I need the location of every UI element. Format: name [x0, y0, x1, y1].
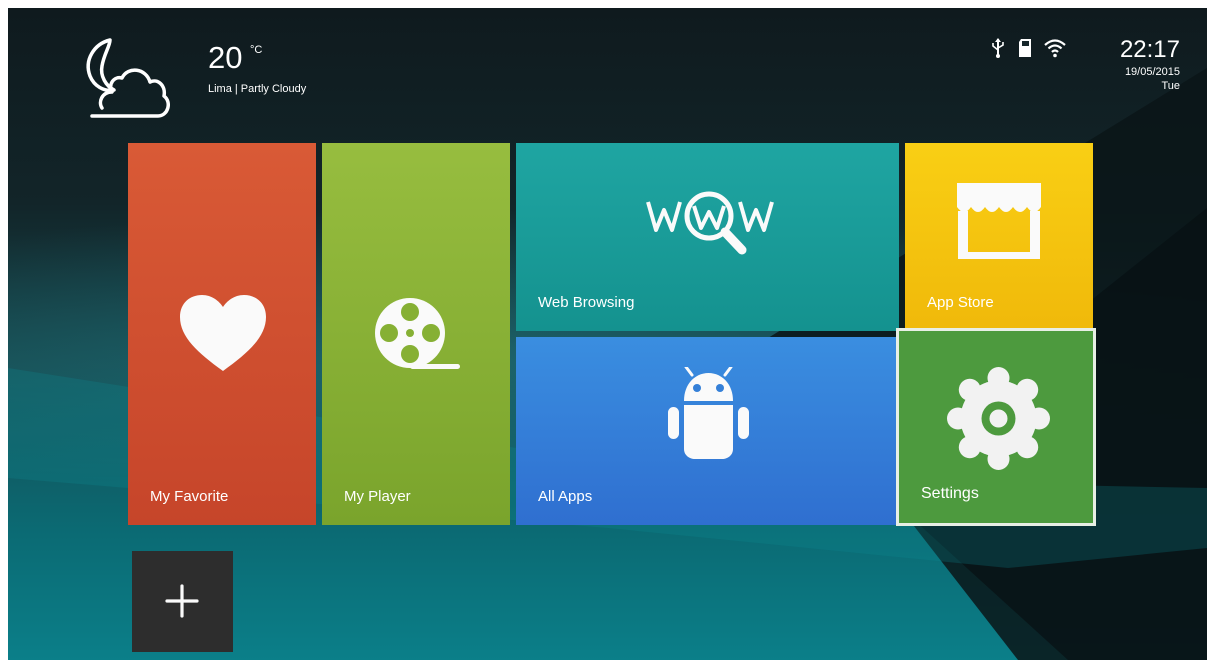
- weather-location-condition: Lima | Partly Cloudy: [208, 83, 307, 95]
- usb-icon: [992, 38, 1004, 58]
- date-block: 19/05/2015 Tue: [1125, 66, 1180, 94]
- plus-icon: [165, 584, 199, 618]
- temperature-unit: °C: [250, 44, 263, 56]
- tile-settings[interactable]: Settings: [896, 328, 1096, 526]
- wifi-icon: [1044, 39, 1066, 58]
- tile-label: Web Browsing: [538, 294, 635, 311]
- tile-label: My Player: [344, 488, 411, 505]
- temperature: 20: [208, 40, 243, 75]
- tile-web-browsing[interactable]: Web Browsing: [516, 143, 899, 331]
- sd-card-icon: [1019, 39, 1031, 57]
- launcher-screen: 20 °C Lima | Partly Cloudy 22:17 19/05/2…: [8, 8, 1207, 660]
- tile-my-favorite[interactable]: My Favorite: [128, 143, 316, 525]
- gear-icon: [947, 367, 1050, 470]
- tile-app-store[interactable]: App Store: [905, 143, 1093, 331]
- www-search-icon: [646, 191, 774, 255]
- film-reel-icon: [375, 298, 460, 369]
- storefront-icon: [957, 183, 1041, 259]
- clock-time: 22:17: [1119, 36, 1180, 63]
- moon-cloud-icon: [86, 38, 170, 118]
- tile-all-apps[interactable]: All Apps: [516, 337, 899, 525]
- android-icon: [668, 367, 749, 459]
- add-button[interactable]: [132, 551, 233, 652]
- weekday-text: Tue: [1161, 79, 1180, 92]
- tile-label: Settings: [921, 485, 979, 502]
- date-text: 19/05/2015: [1124, 66, 1180, 78]
- tile-label: App Store: [927, 294, 994, 311]
- tile-my-player[interactable]: My Player: [322, 143, 510, 525]
- tile-label: All Apps: [538, 488, 593, 505]
- heart-icon: [180, 295, 266, 371]
- tile-label: My Favorite: [150, 488, 229, 505]
